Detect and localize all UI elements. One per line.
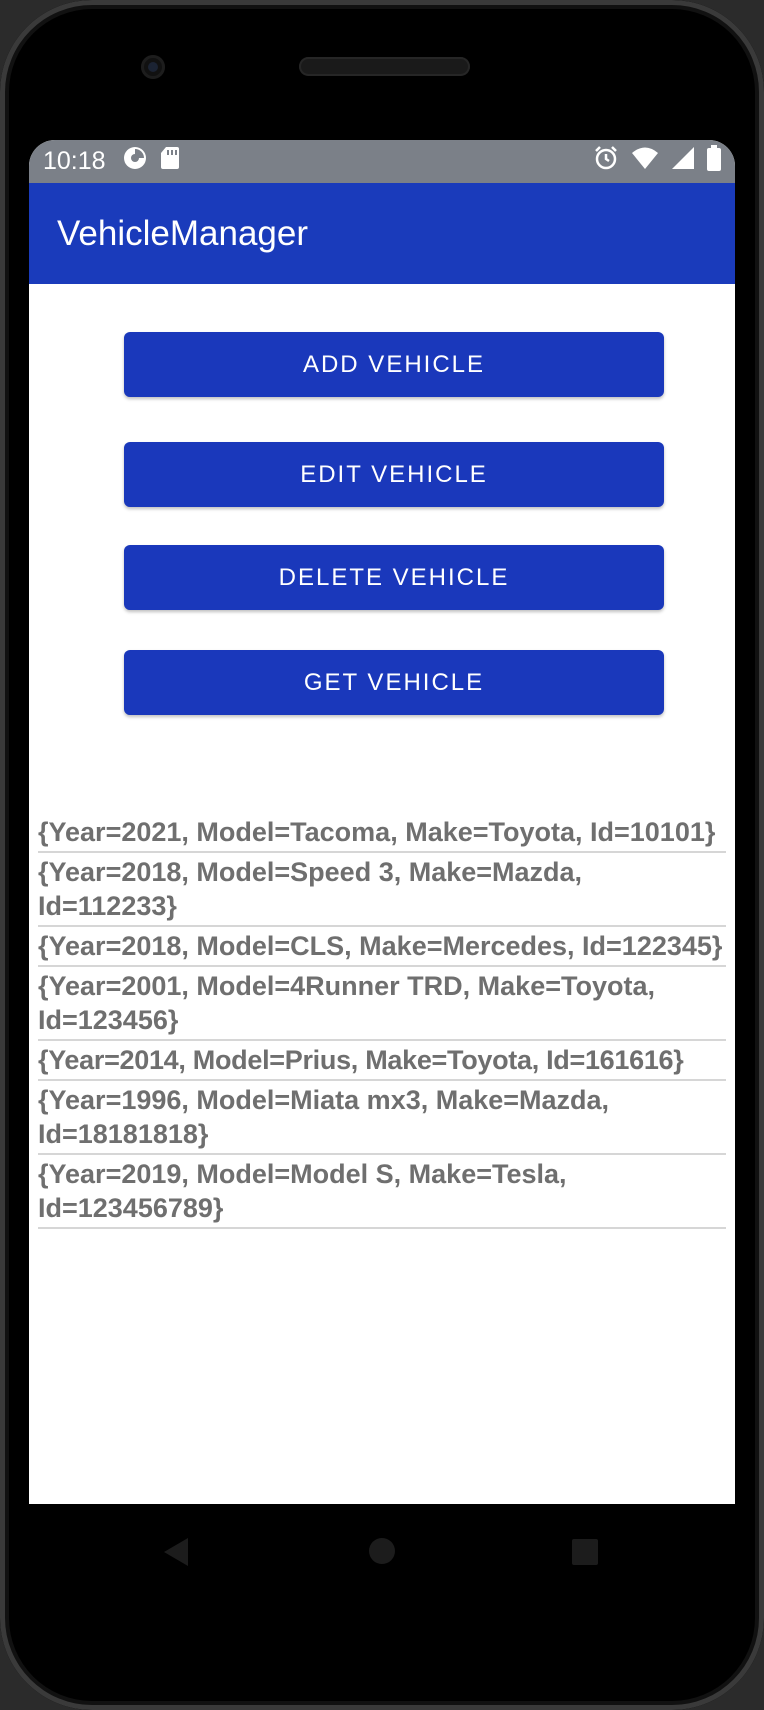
- list-item[interactable]: {Year=2019, Model=Model S, Make=Tesla, I…: [38, 1155, 726, 1229]
- vehicle-list: {Year=2021, Model=Tacoma, Make=Toyota, I…: [38, 813, 726, 1229]
- sd-card-icon: [160, 146, 180, 177]
- list-item[interactable]: {Year=2014, Model=Prius, Make=Toyota, Id…: [38, 1041, 726, 1081]
- list-item[interactable]: {Year=2018, Model=CLS, Make=Mercedes, Id…: [38, 927, 726, 967]
- data-saver-icon: [122, 145, 148, 178]
- list-item[interactable]: {Year=2001, Model=4Runner TRD, Make=Toyo…: [38, 967, 726, 1041]
- list-item[interactable]: {Year=2021, Model=Tacoma, Make=Toyota, I…: [38, 813, 726, 853]
- edit-vehicle-button[interactable]: EDIT VEHICLE: [124, 442, 664, 507]
- status-time: 10:18: [43, 147, 106, 175]
- recents-icon[interactable]: [571, 1538, 599, 1571]
- app-bar: VehicleManager: [29, 183, 735, 284]
- phone-frame: 10:18 VehicleManager ADD VEHICLE EDIT VE…: [0, 0, 764, 1710]
- list-item[interactable]: {Year=1996, Model=Miata mx3, Make=Mazda,…: [38, 1081, 726, 1155]
- app-screen: 10:18 VehicleManager ADD VEHICLE EDIT VE…: [29, 140, 735, 1504]
- app-title: VehicleManager: [57, 213, 308, 253]
- get-vehicle-button[interactable]: GET VEHICLE: [124, 650, 664, 715]
- navigation-bar: [0, 1504, 764, 1594]
- delete-vehicle-button[interactable]: DELETE VEHICLE: [124, 545, 664, 610]
- status-bar: 10:18: [29, 140, 735, 183]
- wifi-icon: [631, 146, 659, 177]
- back-icon[interactable]: [162, 1536, 190, 1573]
- front-camera: [141, 55, 165, 79]
- alarm-icon: [593, 145, 619, 178]
- battery-icon: [707, 145, 721, 178]
- home-icon[interactable]: [368, 1537, 396, 1570]
- signal-icon: [671, 146, 695, 177]
- list-item[interactable]: {Year=2018, Model=Speed 3, Make=Mazda, I…: [38, 853, 726, 927]
- add-vehicle-button[interactable]: ADD VEHICLE: [124, 332, 664, 397]
- earpiece-speaker: [299, 57, 470, 76]
